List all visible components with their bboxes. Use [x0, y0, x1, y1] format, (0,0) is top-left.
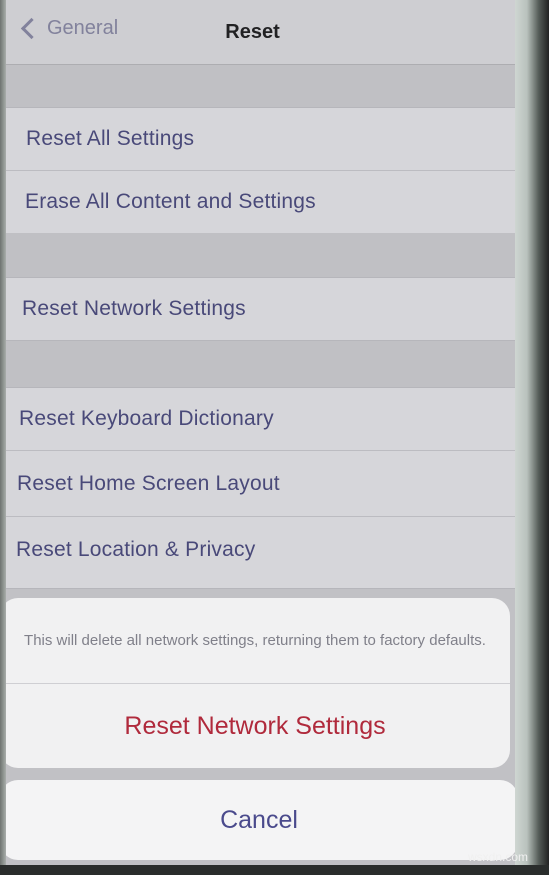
cancel-button-label: Cancel [220, 805, 298, 834]
cancel-button[interactable]: Cancel [6, 780, 517, 860]
device-bezel-right [515, 0, 549, 875]
action-sheet-message: This will delete all network settings, r… [6, 598, 510, 684]
action-sheet-message-text: This will delete all network settings, r… [24, 631, 486, 649]
confirm-reset-network-button[interactable]: Reset Network Settings [6, 684, 510, 768]
action-sheet: This will delete all network settings, r… [6, 598, 510, 768]
phone-screen: General Reset Reset All Settings Erase A… [6, 0, 517, 865]
confirm-reset-network-label: Reset Network Settings [124, 711, 386, 740]
device-bottom-edge [0, 865, 549, 875]
watermark: wsxdn.com [468, 850, 529, 864]
